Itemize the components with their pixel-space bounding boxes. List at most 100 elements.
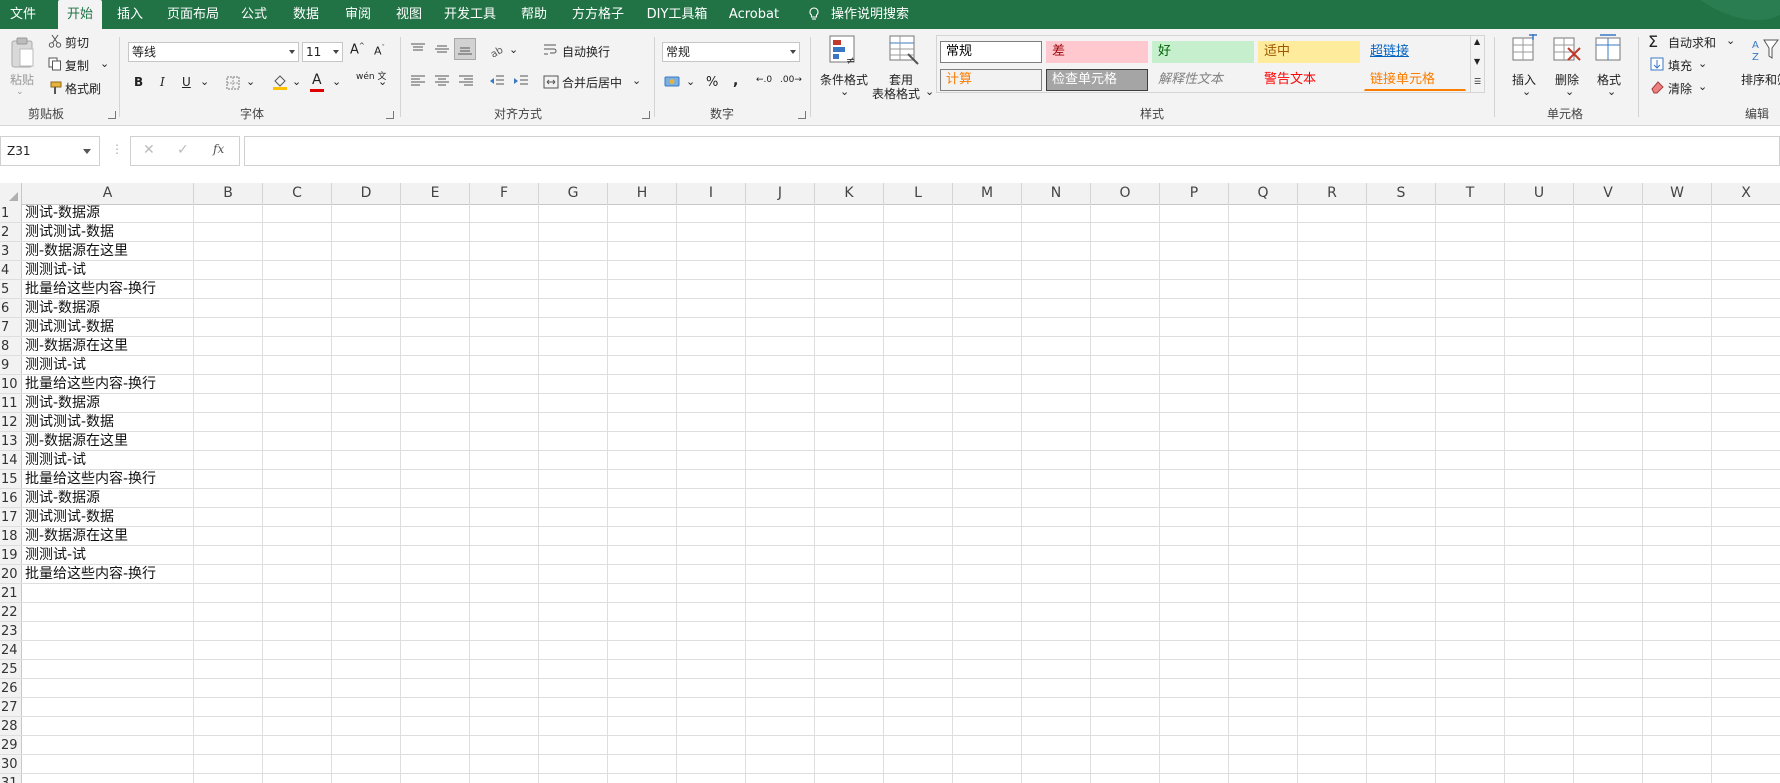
enter-icon[interactable]: ✓ <box>177 142 189 158</box>
cell-style-9[interactable]: 链接单元格 <box>1364 69 1466 91</box>
decrease-indent-icon[interactable] <box>489 75 505 87</box>
row-header-11[interactable]: 11 <box>0 394 22 413</box>
border-icon[interactable] <box>226 76 240 90</box>
percent-button[interactable]: % <box>706 75 718 90</box>
align-top-icon[interactable] <box>410 43 426 55</box>
column-header-a[interactable]: A <box>22 183 194 204</box>
alignment-launcher[interactable] <box>642 111 650 119</box>
wrap-text-icon[interactable] <box>543 43 557 57</box>
tab-help[interactable]: 帮助 <box>516 0 552 29</box>
copy-button[interactable]: 复制 <box>65 57 89 74</box>
autosum-dropdown-icon[interactable]: ⌄ <box>1726 34 1735 47</box>
cell-a2[interactable]: 测试测试-数据 <box>25 223 114 242</box>
formula-bar-grip-icon[interactable]: ⋮ <box>111 142 123 156</box>
row-header-16[interactable]: 16 <box>0 489 22 508</box>
cell-style-7[interactable]: 解释性文本 <box>1152 69 1254 91</box>
row-header-19[interactable]: 19 <box>0 546 22 565</box>
row-header-10[interactable]: 10 <box>0 375 22 394</box>
row-header-18[interactable]: 18 <box>0 527 22 546</box>
tab-file[interactable]: 文件 <box>0 0 46 29</box>
row-header-27[interactable]: 27 <box>0 698 22 717</box>
font-name-combo[interactable]: 等线 <box>128 42 299 62</box>
fill-down-icon[interactable] <box>1650 57 1664 71</box>
number-format-combo[interactable]: 常规 <box>662 42 800 62</box>
merge-center-icon[interactable] <box>543 75 559 89</box>
column-header-n[interactable]: N <box>1022 183 1091 204</box>
increase-font-icon[interactable]: A^ <box>350 42 365 57</box>
format-dropdown-icon[interactable]: ⌄ <box>1607 85 1616 98</box>
row-header-20[interactable]: 20 <box>0 565 22 584</box>
cell-a9[interactable]: 测测试-试 <box>25 356 86 375</box>
row-header-23[interactable]: 23 <box>0 622 22 641</box>
cell-a8[interactable]: 测-数据源在这里 <box>25 337 128 356</box>
column-header-c[interactable]: C <box>263 183 332 204</box>
column-header-v[interactable]: V <box>1574 183 1643 204</box>
cell-a19[interactable]: 测测试-试 <box>25 546 86 565</box>
eraser-icon[interactable] <box>1650 80 1664 94</box>
fill-color-dropdown-icon[interactable]: ⌄ <box>292 75 301 88</box>
number-launcher[interactable] <box>798 111 806 119</box>
cell-a11[interactable]: 测试-数据源 <box>25 394 100 413</box>
tab-home[interactable]: 开始 <box>58 0 102 29</box>
cell-style-6[interactable]: 检查单元格 <box>1046 69 1148 91</box>
column-header-p[interactable]: P <box>1160 183 1229 204</box>
row-header-6[interactable]: 6 <box>0 299 22 318</box>
wrap-text-button[interactable]: 自动换行 <box>562 43 610 60</box>
delete-cells-icon[interactable] <box>1552 34 1582 66</box>
cell-style-1[interactable]: 差 <box>1046 41 1148 63</box>
font-launcher[interactable] <box>386 111 394 119</box>
tell-me-search[interactable]: 操作说明搜索 <box>830 0 910 29</box>
cell-a5[interactable]: 批量给这些内容-换行 <box>25 280 156 299</box>
font-size-combo[interactable]: 11 <box>302 42 343 62</box>
font-color-dropdown-icon[interactable]: ⌄ <box>332 75 341 88</box>
tab-acrobat[interactable]: Acrobat <box>726 0 782 29</box>
accounting-dropdown-icon[interactable]: ⌄ <box>686 75 695 88</box>
cell-a18[interactable]: 测-数据源在这里 <box>25 527 128 546</box>
copy-dropdown-icon[interactable]: ⌄ <box>100 57 109 70</box>
formula-input[interactable] <box>244 136 1780 166</box>
italic-button[interactable]: I <box>160 75 165 89</box>
insert-cells-icon[interactable] <box>1511 34 1539 66</box>
align-center-icon[interactable] <box>434 75 450 87</box>
row-header-4[interactable]: 4 <box>0 261 22 280</box>
column-header-u[interactable]: U <box>1505 183 1574 204</box>
row-header-30[interactable]: 30 <box>0 755 22 774</box>
cell-a17[interactable]: 测试测试-数据 <box>25 508 114 527</box>
tab-diy-toolbox[interactable]: DIY工具箱 <box>644 0 710 29</box>
paste-label[interactable]: 粘贴 <box>10 71 34 88</box>
decrease-font-icon[interactable]: Aˇ <box>374 44 385 58</box>
conditional-dropdown-icon[interactable]: ⌄ <box>840 85 849 98</box>
column-header-q[interactable]: Q <box>1229 183 1298 204</box>
cell-style-2[interactable]: 好 <box>1152 41 1254 63</box>
column-header-g[interactable]: G <box>539 183 608 204</box>
phonetic-dropdown-icon[interactable]: ⌄ <box>378 75 387 88</box>
cell-a10[interactable]: 批量给这些内容-换行 <box>25 375 156 394</box>
column-header-s[interactable]: S <box>1367 183 1436 204</box>
cell-style-0[interactable]: 常规 <box>940 41 1042 63</box>
name-box[interactable]: Z31 <box>0 136 100 166</box>
row-header-17[interactable]: 17 <box>0 508 22 527</box>
row-header-13[interactable]: 13 <box>0 432 22 451</box>
cell-style-3[interactable]: 适中 <box>1258 41 1360 63</box>
cell-a3[interactable]: 测-数据源在这里 <box>25 242 128 261</box>
row-header-9[interactable]: 9 <box>0 356 22 375</box>
column-header-i[interactable]: I <box>677 183 746 204</box>
insert-dropdown-icon[interactable]: ⌄ <box>1522 85 1531 98</box>
cell-area[interactable] <box>22 204 1780 783</box>
row-header-12[interactable]: 12 <box>0 413 22 432</box>
cell-a20[interactable]: 批量给这些内容-换行 <box>25 565 156 584</box>
row-header-7[interactable]: 7 <box>0 318 22 337</box>
increase-decimal-icon[interactable]: ←.0 <box>756 75 772 85</box>
row-header-3[interactable]: 3 <box>0 242 22 261</box>
align-bottom-button[interactable] <box>454 38 476 60</box>
gallery-more-icon[interactable]: ☰ <box>1474 77 1481 86</box>
cell-a14[interactable]: 测测试-试 <box>25 451 86 470</box>
column-header-f[interactable]: F <box>470 183 539 204</box>
select-all-button[interactable] <box>0 183 22 204</box>
column-header-o[interactable]: O <box>1091 183 1160 204</box>
tab-review[interactable]: 审阅 <box>340 0 376 29</box>
column-header-l[interactable]: L <box>884 183 953 204</box>
tab-insert[interactable]: 插入 <box>112 0 148 29</box>
cell-style-4[interactable]: 超链接 <box>1364 41 1466 63</box>
cell-style-5[interactable]: 计算 <box>940 69 1042 91</box>
